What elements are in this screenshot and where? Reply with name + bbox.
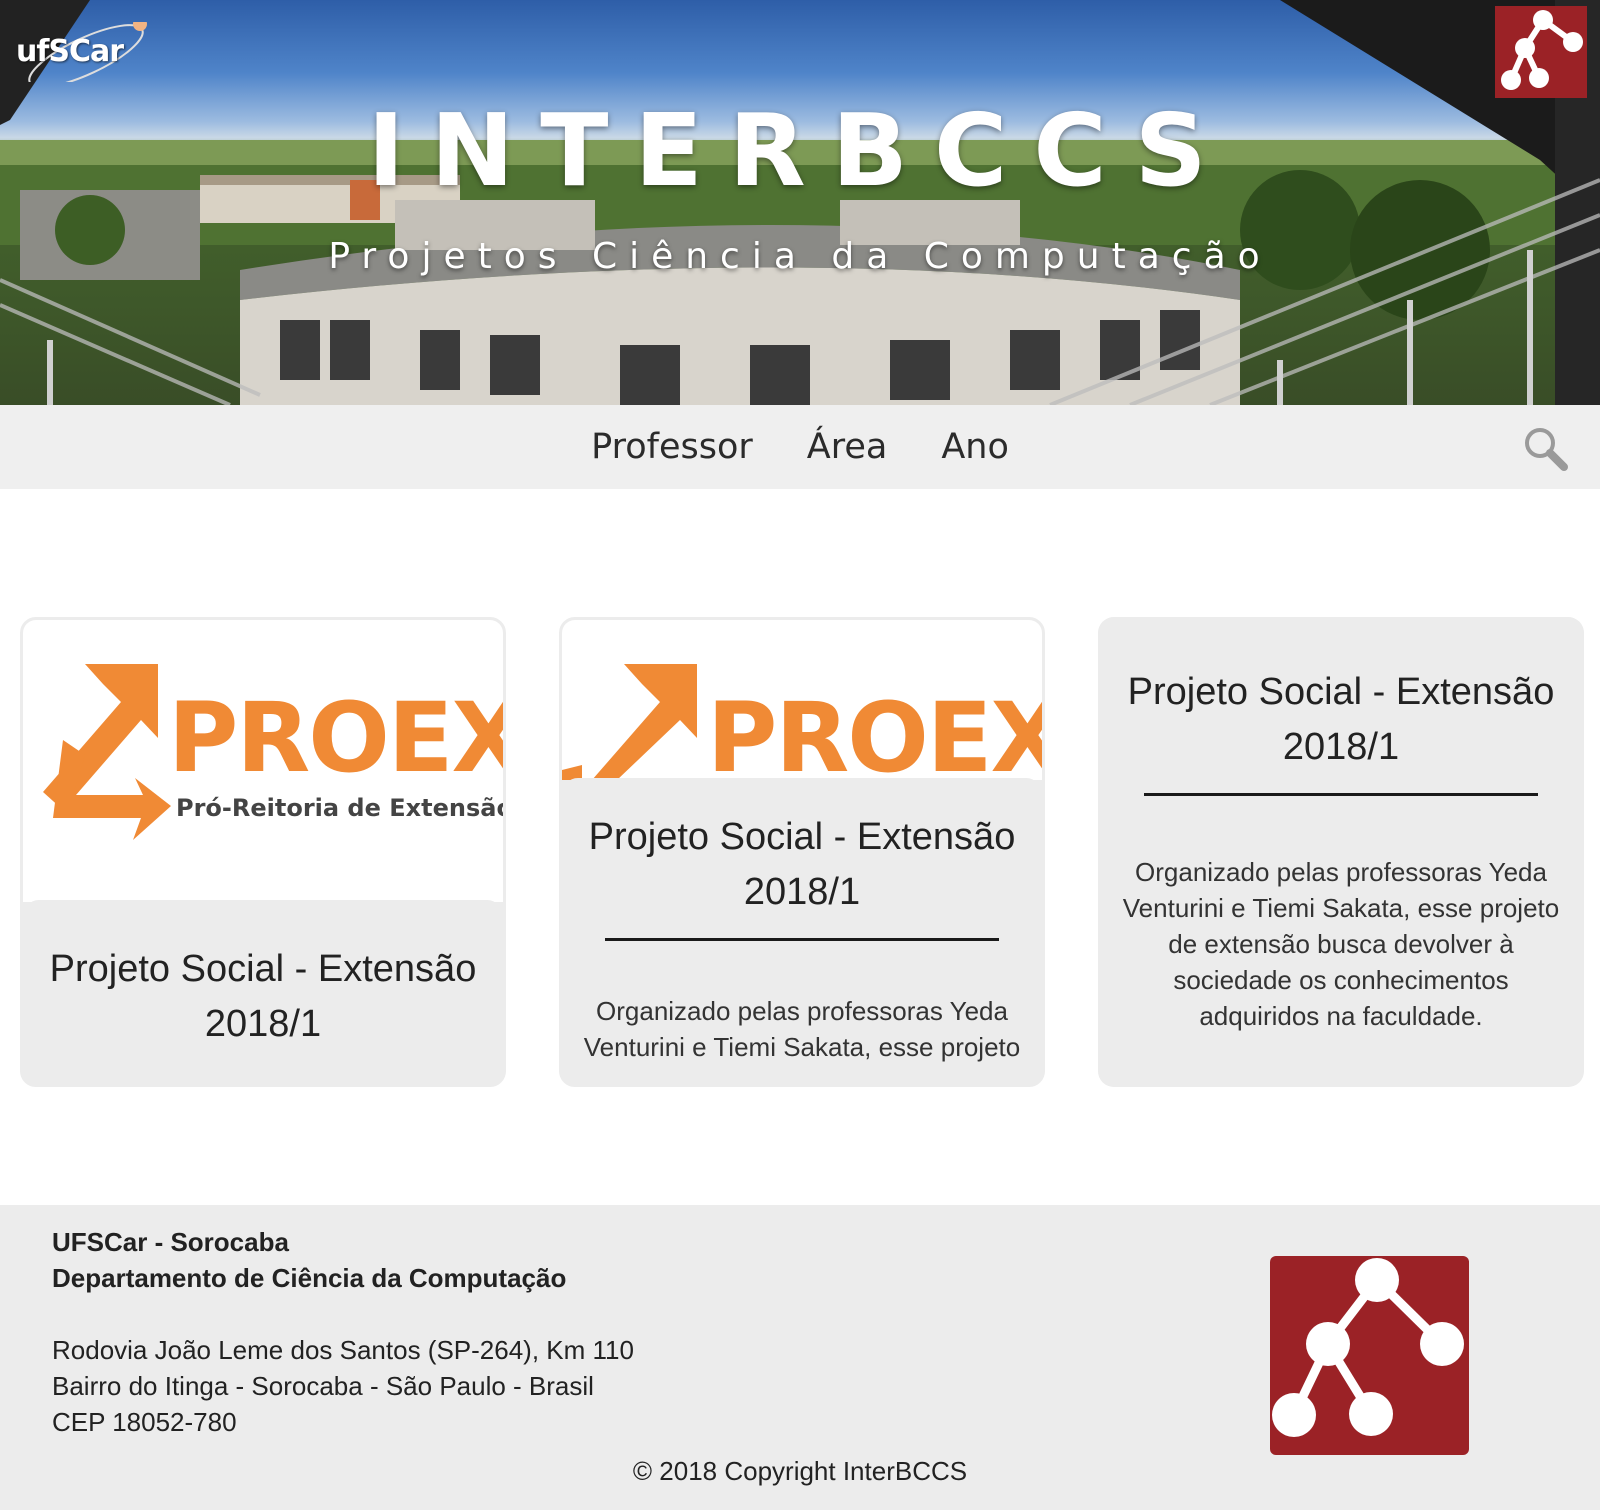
interbccs-logo-small[interactable] xyxy=(1495,6,1587,98)
nav-item-ano[interactable]: Ano xyxy=(941,427,1009,467)
nav-item-professor[interactable]: Professor xyxy=(591,427,753,467)
card-body: Projeto Social - Extensão 2018/1 xyxy=(23,900,503,1084)
project-card-3[interactable]: Projeto Social - Extensão 2018/1 Organiz… xyxy=(1098,617,1584,1087)
proex-subtitle: Pró-Reitoria de Extensão xyxy=(176,794,506,822)
card-title-text: Projeto Social - Extensão xyxy=(1127,671,1555,713)
nav-menu: Professor Área Ano xyxy=(0,405,1600,489)
card-title-text: Projeto Social - Extensão xyxy=(588,816,1016,858)
footer-address-city: Bairro do Itinga - Sorocaba - São Paulo … xyxy=(52,1371,594,1401)
search-icon xyxy=(1525,428,1568,471)
footer-address-cep: CEP 18052-780 xyxy=(52,1407,237,1437)
ufscar-logo[interactable]: ufSCar xyxy=(16,34,124,69)
card-title-text: Projeto Social - Extensão xyxy=(49,948,477,990)
footer-department: Departamento de Ciência da Computação xyxy=(52,1263,567,1293)
nav-item-area[interactable]: Área xyxy=(807,427,888,467)
nav-bar: Professor Área Ano xyxy=(0,405,1600,489)
site-title: INTERBCCS xyxy=(367,92,1233,209)
card-image: PROEX Pró-Reitoria de Extensão xyxy=(23,620,503,902)
site-subtitle: Projetos Ciência da Computação xyxy=(328,236,1272,277)
search-button[interactable] xyxy=(1522,425,1568,471)
interbccs-logo-large xyxy=(1270,1256,1469,1455)
card-title-term: 2018/1 xyxy=(1282,726,1400,768)
card-title: Projeto Social - Extensão 2018/1 xyxy=(23,942,503,1052)
project-card-1[interactable]: PROEX Pró-Reitoria de Extensão Projeto S… xyxy=(20,617,506,1087)
footer-copyright: © 2018 Copyright InterBCCS xyxy=(632,1456,968,1486)
card-divider xyxy=(1144,793,1538,796)
card-image: PROEX xyxy=(562,620,1042,794)
tree-graph-icon xyxy=(1272,1258,1464,1437)
card-title-term: 2018/1 xyxy=(743,871,861,913)
project-card-2[interactable]: PROEX Projeto Social - Extensão 2018/1 O… xyxy=(559,617,1045,1087)
card-description: Organizado pelas professoras Yeda Ventur… xyxy=(583,996,1021,1062)
footer-address-street: Rodovia João Leme dos Santos (SP-264), K… xyxy=(52,1335,634,1365)
tree-graph-icon xyxy=(1501,10,1583,90)
card-title-term: 2018/1 xyxy=(204,1003,322,1045)
hero-banner: ufSCar INTERBCCS Projetos Ciência da Com… xyxy=(0,0,1600,405)
card-divider xyxy=(605,938,999,941)
card-title: Projeto Social - Extensão 2018/1 xyxy=(1098,665,1584,775)
footer-org: UFSCar - Sorocaba xyxy=(52,1227,289,1257)
card-body: Projeto Social - Extensão 2018/1 Organiz… xyxy=(1098,617,1584,1087)
card-title: Projeto Social - Extensão 2018/1 xyxy=(562,810,1042,920)
card-body: Projeto Social - Extensão 2018/1 Organiz… xyxy=(562,778,1042,1084)
proex-wordmark: PROEX xyxy=(168,682,506,794)
card-description: Organizado pelas professoras Yeda Ventur… xyxy=(1122,857,1560,1031)
